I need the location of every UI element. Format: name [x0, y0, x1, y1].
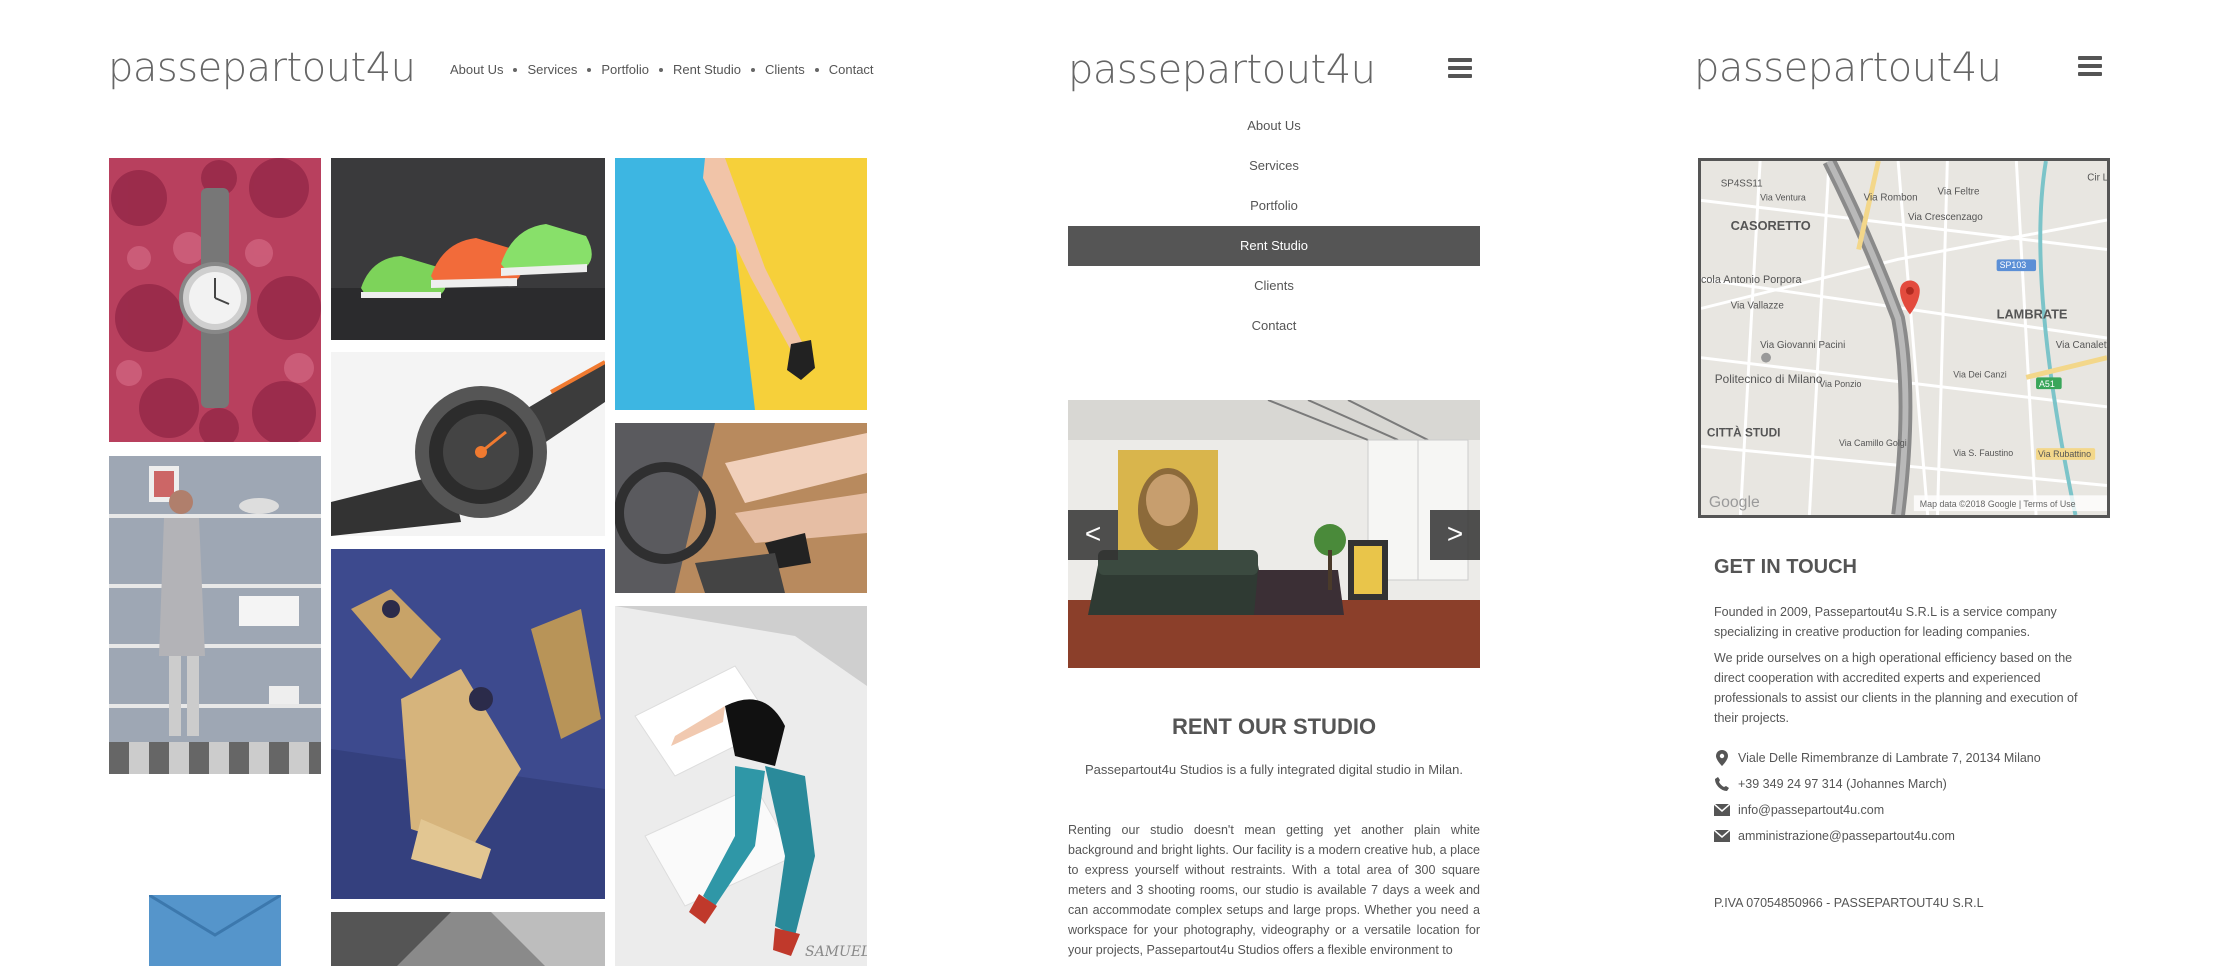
watch-flowers-image — [109, 158, 321, 442]
svg-text:Politecnico di Milano: Politecnico di Milano — [1715, 372, 1823, 386]
about-paragraph-2: We pride ourselves on a high operational… — [1714, 651, 2078, 725]
nav-portfolio[interactable]: Portfolio — [601, 62, 649, 77]
studio-image-slider[interactable] — [1068, 400, 1480, 668]
hamburger-menu-icon[interactable] — [2078, 56, 2102, 76]
portfolio-tile-watch-flowers[interactable] — [109, 158, 321, 442]
portfolio-tile-blue-envelope[interactable] — [149, 895, 281, 966]
nav-contact[interactable]: Contact — [829, 62, 874, 77]
svg-text:Map data ©2018 Google | Terms: Map data ©2018 Google | Terms of Use — [1920, 499, 2076, 509]
location-map[interactable]: CASORETTO LAMBRATE Politecnico di Milano… — [1698, 158, 2110, 518]
site-logo[interactable]: passepartout4u — [1068, 50, 1376, 90]
sport-watch-image — [331, 352, 605, 536]
address-text: Viale Delle Rimembranze di Lambrate 7, 2… — [1738, 751, 2041, 765]
get-in-touch-heading: GET IN TOUCH — [1714, 556, 1857, 578]
legs-yellow-image — [615, 158, 867, 410]
site-logo[interactable]: passepartout4u — [108, 48, 416, 88]
logo-text: passepartout4u — [1068, 47, 1376, 93]
mail-icon — [1714, 802, 1730, 818]
grey-product-image — [331, 912, 605, 966]
portfolio-tile-teal-tights[interactable]: SAMUELE — [615, 606, 867, 966]
contact-address: Viale Delle Rimembranze di Lambrate 7, 2… — [1714, 750, 2041, 766]
svg-text:SP103: SP103 — [2000, 260, 2027, 270]
nav-separator — [750, 67, 755, 72]
email-admin-text: amministrazione@passepartout4u.com — [1738, 829, 1955, 843]
menu-item-services[interactable]: Services — [1068, 146, 1480, 186]
menu-item-clients[interactable]: Clients — [1068, 266, 1480, 306]
blue-envelope-image — [149, 895, 281, 966]
svg-text:cola Antonio Porpora: cola Antonio Porpora — [1701, 274, 1802, 286]
site-logo[interactable]: passepartout4u — [1694, 48, 2002, 88]
nav-clients[interactable]: Clients — [765, 62, 805, 77]
svg-text:Via Crescenzago: Via Crescenzago — [1908, 212, 1983, 223]
car-legs-image — [615, 423, 867, 593]
slider-prev-button[interactable]: < — [1068, 510, 1118, 560]
svg-text:Via Dei Canzi: Via Dei Canzi — [1953, 369, 2007, 379]
map-graphic: CASORETTO LAMBRATE Politecnico di Milano… — [1701, 161, 2107, 515]
svg-text:CITTÀ STUDI: CITTÀ STUDI — [1707, 425, 1780, 439]
nav-services[interactable]: Services — [527, 62, 577, 77]
map-pin-icon — [1714, 750, 1730, 766]
svg-text:Via Vallazze: Via Vallazze — [1731, 301, 1785, 312]
logo-text: passepartout4u — [108, 45, 416, 91]
svg-text:A51: A51 — [2039, 379, 2055, 389]
svg-text:SP4SS11: SP4SS11 — [1721, 179, 1763, 190]
studio-interior-image — [1068, 400, 1480, 668]
portfolio-tile-gold-sandals[interactable] — [331, 549, 605, 899]
nav-separator — [659, 67, 664, 72]
mobile-menu: About Us Services Portfolio Rent Studio … — [1068, 106, 1480, 346]
portfolio-tile-car-legs[interactable] — [615, 423, 867, 593]
nav-rent-studio[interactable]: Rent Studio — [673, 62, 741, 77]
phone-icon — [1714, 776, 1730, 792]
svg-text:Cir La: Cir La — [2087, 173, 2107, 184]
mobile-menu-view-panel: passepartout4u About Us Services Portfol… — [1040, 0, 1580, 966]
vat-footer: P.IVA 07054850966 - PASSEPARTOUT4U S.R.L — [1714, 896, 1984, 910]
svg-text:Via Feltre: Via Feltre — [1938, 186, 1980, 197]
rent-studio-heading: RENT OUR STUDIO — [1171, 714, 1377, 739]
nav-separator — [587, 67, 592, 72]
about-paragraph-1: Founded in 2009, Passepartout4u S.R.L is… — [1714, 605, 2057, 639]
nav-about-us[interactable]: About Us — [450, 62, 503, 77]
logo-text: passepartout4u — [1694, 45, 2002, 91]
svg-text:Via Camillo Golgi: Via Camillo Golgi — [1839, 438, 1907, 448]
portfolio-tile-sport-watch[interactable] — [331, 352, 605, 536]
email-info-text: info@passepartout4u.com — [1738, 803, 1885, 817]
portfolio-tile-fashion-shelves[interactable] — [109, 456, 321, 774]
mail-icon — [1714, 828, 1730, 844]
desktop-view-panel: passepartout4u About Us Services Portfol… — [0, 0, 940, 966]
gold-sandals-image — [331, 549, 605, 899]
svg-text:Google: Google — [1709, 494, 1760, 511]
phone-text: +39 349 24 97 314 (Johannes March) — [1738, 777, 1947, 791]
svg-text:Via Canaletto: Via Canaletto — [2056, 340, 2107, 351]
svg-text:CASORETTO: CASORETTO — [1731, 218, 1811, 233]
menu-item-rent-studio[interactable]: Rent Studio — [1068, 226, 1480, 266]
svg-text:Via Rombon: Via Rombon — [1864, 192, 1918, 203]
hamburger-menu-icon[interactable] — [1448, 58, 1472, 78]
portfolio-tile-sneakers[interactable] — [331, 158, 605, 340]
watermark-text: SAMUELE — [805, 944, 867, 960]
menu-item-portfolio[interactable]: Portfolio — [1068, 186, 1480, 226]
svg-text:Via Rubattino: Via Rubattino — [2038, 449, 2091, 459]
top-navigation: About Us Services Portfolio Rent Studio … — [450, 62, 874, 77]
menu-item-about-us[interactable]: About Us — [1068, 106, 1480, 146]
slider-next-button[interactable]: > — [1430, 510, 1480, 560]
svg-text:LAMBRATE: LAMBRATE — [1997, 306, 2068, 321]
contact-email-admin[interactable]: amministrazione@passepartout4u.com — [1714, 828, 1955, 844]
svg-text:Via Ventura: Via Ventura — [1760, 192, 1806, 202]
fashion-shelves-image — [109, 456, 321, 774]
rent-studio-subtitle: Passepartout4u Studios is a fully integr… — [1085, 762, 1463, 777]
nav-separator — [513, 67, 518, 72]
rent-studio-body: Renting our studio doesn't mean getting … — [1068, 823, 1480, 957]
contact-email-info[interactable]: info@passepartout4u.com — [1714, 802, 1884, 818]
contact-view-panel: passepartout4u CASORETTO LAMBRATE Polite… — [1660, 0, 2216, 966]
nav-separator — [814, 67, 819, 72]
menu-item-contact[interactable]: Contact — [1068, 306, 1480, 346]
sneakers-image — [331, 158, 605, 340]
svg-text:Via Giovanni Pacini: Via Giovanni Pacini — [1760, 340, 1845, 351]
svg-text:Via S. Faustino: Via S. Faustino — [1953, 448, 2013, 458]
svg-text:Via Ponzio: Via Ponzio — [1819, 379, 1861, 389]
portfolio-tile-legs-yellow[interactable] — [615, 158, 867, 410]
portfolio-tile-bottom-grey[interactable] — [331, 912, 605, 966]
contact-phone[interactable]: +39 349 24 97 314 (Johannes March) — [1714, 776, 1947, 792]
teal-tights-image: SAMUELE — [615, 606, 867, 966]
